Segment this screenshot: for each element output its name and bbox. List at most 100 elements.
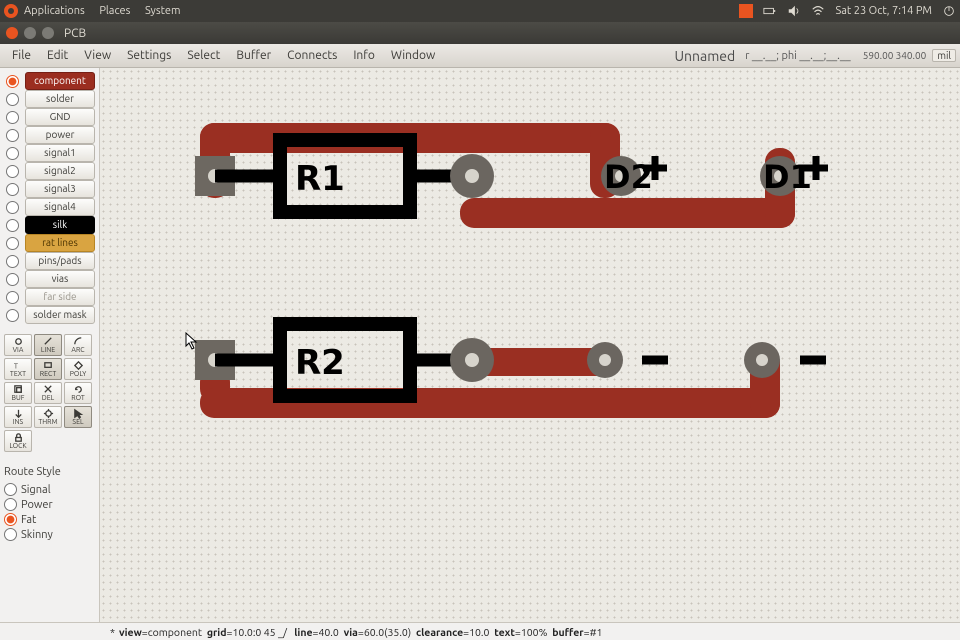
route-radio-signal[interactable]: [4, 483, 17, 496]
layer-radio-far-side[interactable]: [6, 291, 19, 304]
menu-settings[interactable]: Settings: [119, 49, 179, 62]
layer-radio-solder-mask[interactable]: [6, 309, 19, 322]
pcb-drawing[interactable]: R1 D2 D1 R2: [100, 68, 960, 622]
label-d2: D2: [604, 158, 653, 196]
coord-readout: r __.__; phi __.__;__.__: [745, 50, 850, 62]
status-bar: * view=component grid=10.0:0 45 _/ line=…: [0, 622, 960, 640]
layer-button-silk[interactable]: silk: [25, 216, 95, 234]
menu-connects[interactable]: Connects: [279, 49, 345, 62]
tool-arc[interactable]: ARC: [64, 334, 92, 356]
route-radio-fat[interactable]: [4, 513, 17, 526]
route-style-label: Fat: [21, 514, 36, 526]
layer-button-component[interactable]: component: [25, 72, 95, 90]
tool-label: INS: [13, 419, 23, 426]
layer-button-signal2[interactable]: signal2: [25, 162, 95, 180]
route-style-heading: Route Style: [4, 464, 95, 480]
layer-button-signal3[interactable]: signal3: [25, 180, 95, 198]
tools-grid: VIA LINE ARC TTEXTRECTPOLY BUF DEL ROT INS THRM S…: [4, 334, 95, 452]
layer-button-GND[interactable]: GND: [25, 108, 95, 126]
layer-radio-solder[interactable]: [6, 93, 19, 106]
route-style-skinny[interactable]: Skinny: [4, 527, 95, 542]
tool-ins[interactable]: INS: [4, 406, 32, 428]
tool-thrm[interactable]: THRM: [34, 406, 62, 428]
route-radio-skinny[interactable]: [4, 528, 17, 541]
window-title: PCB: [64, 27, 86, 40]
document-name: Unnamed: [674, 48, 735, 64]
layer-radio-power[interactable]: [6, 129, 19, 142]
ubuntu-menu-system[interactable]: System: [145, 5, 181, 17]
tool-label: LOCK: [9, 443, 26, 450]
tool-line[interactable]: LINE: [34, 334, 62, 356]
tool-label: ARC: [71, 347, 84, 354]
layer-button-power[interactable]: power: [25, 126, 95, 144]
tool-label: LINE: [41, 347, 55, 354]
layer-row-component: component: [4, 72, 95, 90]
shutdown-icon[interactable]: [942, 4, 956, 18]
wifi-icon[interactable]: [811, 4, 825, 18]
menu-view[interactable]: View: [76, 49, 119, 62]
layer-row-far-side: far side: [4, 288, 95, 306]
layer-button-far-side[interactable]: far side: [25, 288, 95, 306]
menu-edit[interactable]: Edit: [39, 49, 76, 62]
tool-via[interactable]: VIA: [4, 334, 32, 356]
window-titlebar: PCB: [0, 22, 960, 44]
unit-selector[interactable]: mil: [932, 49, 956, 62]
tool-label: DEL: [42, 395, 54, 402]
tool-rect[interactable]: RECT: [34, 358, 62, 380]
menu-select[interactable]: Select: [179, 49, 228, 62]
route-style-label: Power: [21, 499, 53, 511]
layer-radio-silk[interactable]: [6, 219, 19, 232]
menu-file[interactable]: File: [4, 49, 39, 62]
menu-buffer[interactable]: Buffer: [228, 49, 279, 62]
layer-radio-signal3[interactable]: [6, 183, 19, 196]
window-minimize-button[interactable]: [24, 27, 36, 39]
tool-label: ROT: [71, 395, 85, 402]
tool-label: BUF: [12, 395, 25, 402]
layer-button-vias[interactable]: vias: [25, 270, 95, 288]
route-style-label: Signal: [21, 484, 51, 496]
ubuntu-system-menus: Applications Places System: [24, 5, 193, 17]
route-style-fat[interactable]: Fat: [4, 512, 95, 527]
layer-radio-signal4[interactable]: [6, 201, 19, 214]
layer-radio-signal2[interactable]: [6, 165, 19, 178]
label-d1: D1: [763, 158, 812, 196]
window-close-button[interactable]: [6, 27, 18, 39]
notification-icon[interactable]: [739, 4, 753, 18]
clock[interactable]: Sat 23 Oct, 7:14 PM: [835, 5, 932, 17]
layer-row-pins/pads: pins/pads: [4, 252, 95, 270]
layer-radio-rat-lines[interactable]: [6, 237, 19, 250]
layer-radio-vias[interactable]: [6, 273, 19, 286]
tool-label: THRM: [38, 419, 57, 426]
tool-rot[interactable]: ROT: [64, 382, 92, 404]
layer-button-signal4[interactable]: signal4: [25, 198, 95, 216]
layer-button-rat-lines[interactable]: rat lines: [25, 234, 95, 252]
layer-button-solder-mask[interactable]: solder mask: [25, 306, 95, 324]
layer-radio-GND[interactable]: [6, 111, 19, 124]
pcb-canvas[interactable]: R1 D2 D1 R2: [100, 68, 960, 622]
layer-radio-pins/pads[interactable]: [6, 255, 19, 268]
route-radio-power[interactable]: [4, 498, 17, 511]
layer-button-pins/pads[interactable]: pins/pads: [25, 252, 95, 270]
volume-icon[interactable]: [787, 4, 801, 18]
menu-info[interactable]: Info: [345, 49, 383, 62]
layer-radio-signal1[interactable]: [6, 147, 19, 160]
tool-buf[interactable]: BUF: [4, 382, 32, 404]
layer-button-signal1[interactable]: signal1: [25, 144, 95, 162]
tool-text[interactable]: TTEXT: [4, 358, 32, 380]
tool-lock[interactable]: LOCK: [4, 430, 32, 452]
app-menubar: File Edit View Settings Select Buffer Co…: [0, 44, 960, 68]
layer-row-signal4: signal4: [4, 198, 95, 216]
layer-radio-component[interactable]: [6, 75, 19, 88]
ubuntu-menu-places[interactable]: Places: [99, 5, 130, 17]
route-style-power[interactable]: Power: [4, 497, 95, 512]
label-r2: R2: [295, 343, 345, 383]
tool-del[interactable]: DEL: [34, 382, 62, 404]
ubuntu-menu-applications[interactable]: Applications: [24, 5, 85, 17]
route-style-signal[interactable]: Signal: [4, 482, 95, 497]
layer-row-GND: GND: [4, 108, 95, 126]
menu-window[interactable]: Window: [383, 49, 443, 62]
tool-poly[interactable]: POLY: [64, 358, 92, 380]
tool-sel[interactable]: SEL: [64, 406, 92, 428]
window-maximize-button[interactable]: [42, 27, 54, 39]
layer-button-solder[interactable]: solder: [25, 90, 95, 108]
